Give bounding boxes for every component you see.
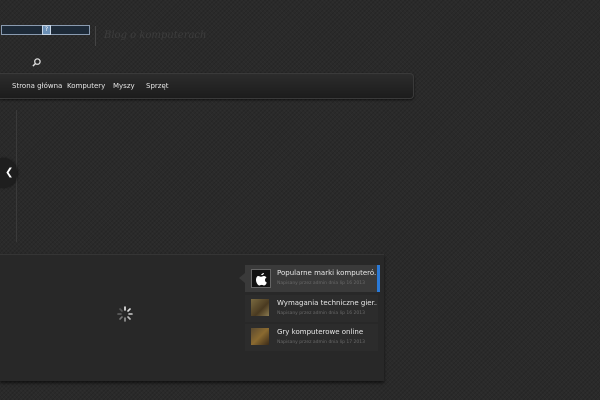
game-screenshot-icon xyxy=(251,328,269,345)
thumb-title: Wymagania techniczne gier... xyxy=(277,299,377,307)
nav-item-home[interactable]: Strona główna xyxy=(12,74,62,98)
thumb-meta: Napisany przez admin dnia lip 16 2013 xyxy=(277,311,365,316)
nav-item-computers[interactable]: Komputery xyxy=(67,74,105,98)
game-screenshot-icon xyxy=(251,299,269,316)
nav-item-mice[interactable]: Myszy xyxy=(113,74,135,98)
thumb-title: Gry komputerowe online xyxy=(277,328,364,336)
active-indicator xyxy=(377,265,380,292)
main-navigation: Strona główna Komputery Myszy Sprzęt xyxy=(0,73,414,99)
broken-image-icon: ? xyxy=(42,25,51,35)
slider-thumb-3[interactable]: Gry komputerowe online Napisany przez ad… xyxy=(245,324,378,351)
spinner-icon xyxy=(117,306,133,322)
thumb-meta: Napisany przez admin dnia lip 17 2013 xyxy=(277,340,365,345)
chevron-left-icon: ❮ xyxy=(5,167,14,178)
prev-slide-button[interactable]: ❮ xyxy=(0,158,17,188)
thumb-meta: Napisany przez admin dnia lip 16 2013 xyxy=(277,281,365,286)
site-logo-image[interactable]: ? xyxy=(1,25,90,35)
slider-thumb-1[interactable]: Popularne marki komputeró... Napisany pr… xyxy=(239,265,380,292)
thumb-title: Popularne marki komputeró... xyxy=(277,269,377,277)
site-tagline: Blog o komputerach xyxy=(104,30,207,41)
header-divider xyxy=(95,26,96,46)
nav-item-hardware[interactable]: Sprzęt xyxy=(146,74,169,98)
slider-thumb-2[interactable]: Wymagania techniczne gier... Napisany pr… xyxy=(245,295,378,322)
apple-logo-icon xyxy=(251,269,271,288)
search-icon[interactable] xyxy=(32,58,41,67)
